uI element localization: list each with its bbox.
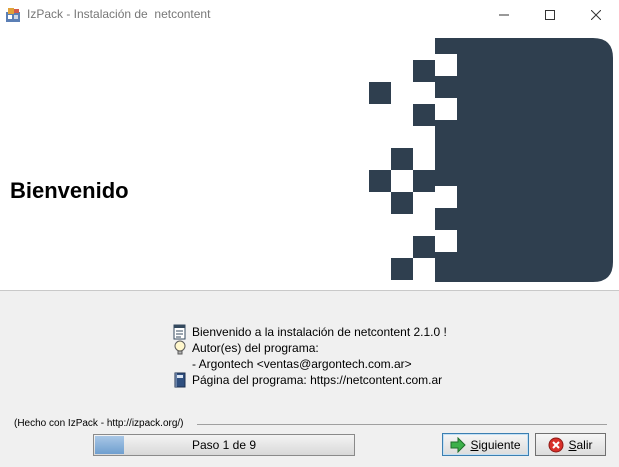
window-title: IzPack - Instalación de netcontent [27,7,211,21]
welcome-text: Bienvenido a la instalación de netconten… [192,325,447,339]
quit-button-label: Salir [568,437,593,452]
maximize-button[interactable] [527,0,573,30]
minimize-button[interactable] [481,0,527,30]
header-panel: Bienvenido [0,30,619,290]
minimize-icon [499,14,509,16]
izpack-app-icon [5,7,21,23]
close-icon [591,10,601,20]
close-button[interactable] [573,0,619,30]
cancel-icon [548,437,564,452]
step-progress-bar: Paso 1 de 9 [93,434,355,456]
homepage-row: Página del programa: https://netcontent.… [172,372,442,388]
lightbulb-icon [174,340,186,355]
title-bar: IzPack - Instalación de netcontent [0,0,619,30]
next-button[interactable]: Siguiente [442,433,529,456]
quit-button[interactable]: Salir [535,433,606,456]
netcontent-logo-icon [369,38,613,282]
next-button-label: Siguiente [470,437,521,452]
footer-divider [197,424,607,425]
arrow-right-icon [450,436,467,453]
document-icon [173,324,186,340]
authors-label: Autor(es) del programa: [192,341,319,355]
page-title: Bienvenido [10,178,129,203]
welcome-message: Bienvenido a la instalación de netconten… [172,324,447,340]
made-with-izpack: (Hecho con IzPack - http://izpack.org/) [14,418,184,429]
book-icon [174,372,186,388]
maximize-icon [545,10,555,20]
authors-heading: Autor(es) del programa: [172,340,319,356]
progress-label: Paso 1 de 9 [191,438,257,452]
author-entry: - Argontech <ventas@argontech.com.ar> [192,357,412,371]
homepage-text: Página del programa: https://netcontent.… [192,373,443,387]
